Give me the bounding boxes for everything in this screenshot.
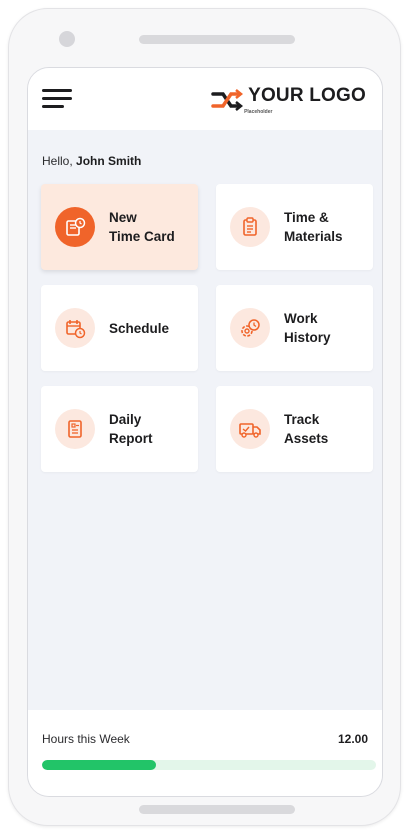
phone-frame: YOUR LOGO Placeholder Hello, John Smith bbox=[8, 8, 401, 826]
hamburger-menu-icon[interactable] bbox=[42, 89, 74, 111]
clipboard-icon bbox=[230, 207, 270, 247]
tile-track-assets[interactable]: Track Assets bbox=[216, 386, 373, 472]
time-card-icon bbox=[55, 207, 95, 247]
greeting: Hello, John Smith bbox=[42, 154, 141, 168]
tile-daily-report[interactable]: Daily Report bbox=[41, 386, 198, 472]
tile-label: Track Assets bbox=[284, 412, 329, 446]
camera-dot bbox=[59, 31, 75, 47]
greeting-prefix: Hello, bbox=[42, 154, 73, 168]
tile-label: Daily Report bbox=[109, 412, 153, 446]
hours-value: 12.00 bbox=[337, 732, 368, 746]
logo-subtext: Placeholder bbox=[244, 109, 273, 115]
tile-label: Work History bbox=[284, 311, 331, 345]
report-icon bbox=[55, 409, 95, 449]
user-name: John Smith bbox=[76, 154, 142, 168]
tile-new-time-card[interactable]: New Time Card bbox=[41, 184, 198, 270]
hours-progress-fill bbox=[42, 760, 156, 770]
gear-clock-icon bbox=[230, 308, 270, 348]
hours-label: Hours this Week bbox=[42, 732, 130, 746]
logo-text: YOUR LOGO bbox=[248, 85, 366, 106]
tile-time-materials[interactable]: Time & Materials bbox=[216, 184, 373, 270]
speaker-bar bbox=[139, 35, 295, 44]
hours-progress-bar bbox=[42, 760, 376, 770]
hours-footer: Hours this Week 12.00 bbox=[28, 710, 382, 796]
tile-label: New Time Card bbox=[109, 210, 175, 244]
tile-schedule[interactable]: Schedule bbox=[41, 285, 198, 371]
tile-work-history[interactable]: Work History bbox=[216, 285, 373, 371]
app-header: YOUR LOGO Placeholder bbox=[28, 68, 382, 130]
brand-logo: YOUR LOGO Placeholder bbox=[210, 86, 366, 116]
logo-arrows-icon bbox=[211, 89, 244, 111]
home-indicator bbox=[139, 805, 295, 814]
tile-label: Time & Materials bbox=[284, 210, 343, 244]
tile-label: Schedule bbox=[109, 320, 170, 336]
app-screen: YOUR LOGO Placeholder Hello, John Smith bbox=[27, 67, 383, 797]
calendar-clock-icon bbox=[55, 308, 95, 348]
truck-icon bbox=[230, 409, 270, 449]
